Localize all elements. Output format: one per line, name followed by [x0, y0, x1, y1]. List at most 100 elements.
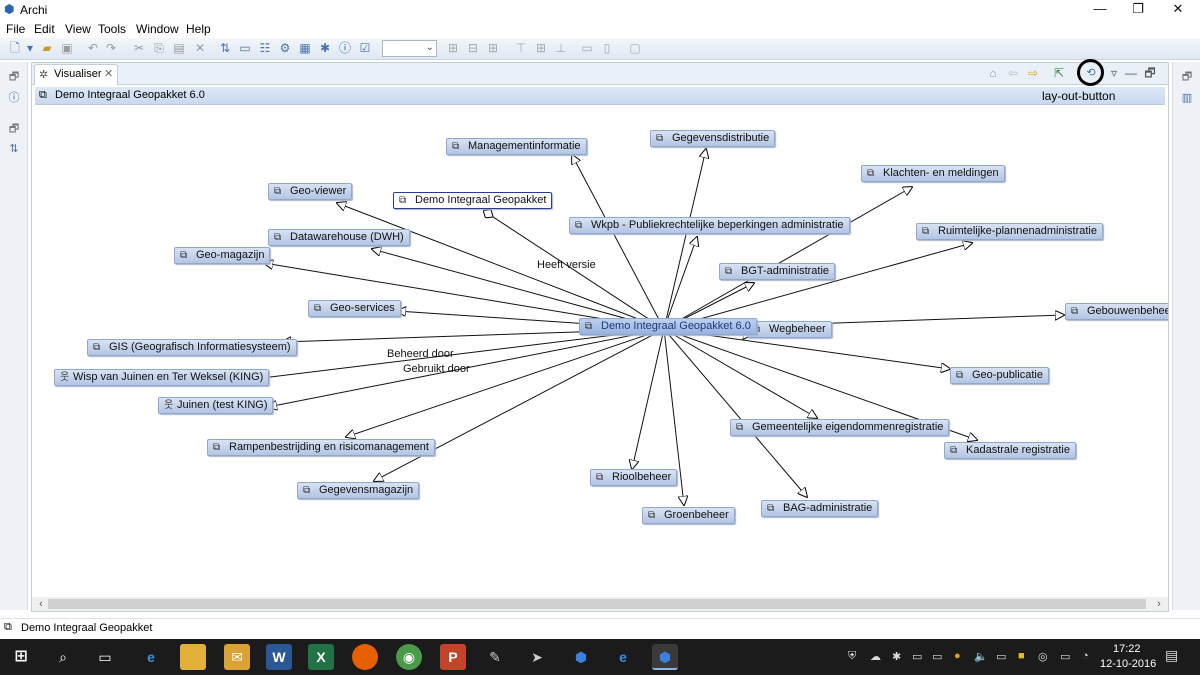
node-rioolbeheer[interactable]: ⧉ Rioolbeheer — [590, 469, 678, 486]
archi-active-icon[interactable]: ⬢ — [652, 644, 678, 670]
node-datawarehouse[interactable]: ⧉ Datawarehouse (DWH) — [268, 229, 410, 246]
palette-view-icon[interactable]: ▥ — [1180, 91, 1194, 105]
layout-icon[interactable]: ⟲ — [1083, 65, 1099, 81]
open-icon[interactable]: ▰ — [40, 41, 54, 55]
maximize-view-icon[interactable]: 🗗 — [1142, 65, 1158, 81]
menu-file[interactable]: File — [6, 22, 25, 36]
align-middle-icon[interactable]: ⊞ — [534, 41, 548, 55]
keyboard-icon[interactable]: ▭ — [1060, 650, 1070, 663]
archi-icon[interactable]: ⬢ — [568, 644, 594, 670]
wifi-icon[interactable]: ◔ — [1082, 650, 1089, 662]
node-center-geopakket[interactable]: ⧉ Demo Integraal Geopakket 6.0 — [579, 318, 757, 335]
node-ruimtelijke-plannen[interactable]: ⧉ Ruimtelijke-plannenadministratie — [916, 223, 1103, 240]
tab-visualiser[interactable]: ✲ Visualiser ✕ — [34, 64, 118, 85]
match-width-icon[interactable]: ▭ — [580, 41, 594, 55]
close-tab-icon[interactable]: ✕ — [104, 67, 113, 80]
menu-tools[interactable]: Tools — [98, 22, 126, 36]
windows-start-icon[interactable]: ⊞ — [8, 644, 34, 670]
clock-date[interactable]: 12-10-2016 — [1100, 658, 1156, 670]
tray-icon[interactable]: ● — [954, 650, 961, 662]
node-rampenbestrijding[interactable]: ⧉ Rampenbestrijding en risicomanagement — [207, 439, 435, 456]
restore-view-icon[interactable]: 🗗 — [7, 70, 21, 84]
restore-button[interactable]: ❐ — [1118, 0, 1158, 20]
node-geo-magazijn[interactable]: ⧉ Geo-magazijn — [174, 247, 271, 264]
node-klachten-meldingen[interactable]: ⧉ Klachten- en meldingen — [861, 165, 1005, 182]
node-juinen-test[interactable]: 웃 Juinen (test KING) — [158, 397, 274, 414]
outlook-icon[interactable]: ✉ — [224, 644, 250, 670]
menu-window[interactable]: Window — [136, 22, 179, 36]
model-tree-icon[interactable]: ⇅ — [218, 41, 232, 55]
node-bgt-administratie[interactable]: ⧉ BGT-administratie — [719, 263, 836, 280]
cloud-icon[interactable]: ☁ — [870, 650, 881, 663]
navigator-icon[interactable]: ⚙ — [278, 41, 292, 55]
restore-view-icon[interactable]: 🗗 — [7, 122, 21, 136]
node-gemeentelijke-eigendommen[interactable]: ⧉ Gemeentelijke eigendommenregistratie — [730, 419, 950, 436]
node-geo-services[interactable]: ⧉ Geo-services — [308, 300, 401, 317]
graph-canvas[interactable]: Heeft versie Beheerd door Gebruikt door … — [32, 107, 1168, 597]
ie-icon[interactable]: e — [610, 644, 636, 670]
horizontal-scrollbar[interactable]: ‹ › — [32, 597, 1168, 611]
firefox-icon[interactable] — [352, 644, 378, 670]
undo-icon[interactable]: ↶ — [86, 41, 100, 55]
home-icon[interactable]: ⌂ — [985, 65, 1001, 81]
redo-icon[interactable]: ↷ — [104, 41, 118, 55]
match-height-icon[interactable]: ▯ — [600, 41, 614, 55]
menu-help[interactable]: Help — [186, 22, 211, 36]
save-icon[interactable]: ▣ — [60, 41, 74, 55]
node-wisp-van-juinen[interactable]: 웃 Wisp van Juinen en Ter Weksel (KING) — [54, 369, 270, 386]
node-gis[interactable]: ⧉ GIS (Geografisch Informatiesysteem) — [87, 339, 297, 356]
search-icon[interactable]: ⌕ — [50, 644, 76, 670]
minimize-button[interactable]: — — [1080, 0, 1120, 20]
tray-icon[interactable]: ■ — [1018, 650, 1025, 662]
info-icon[interactable]: ⓘ — [338, 41, 352, 55]
tray-icon[interactable]: ▭ — [912, 650, 922, 663]
tray-icon[interactable]: ◎ — [1038, 650, 1048, 663]
back-icon[interactable]: ⇦ — [1005, 65, 1021, 81]
node-gegevensdistributie[interactable]: ⧉ Gegevensdistributie — [650, 130, 776, 147]
powerpoint-icon[interactable]: P — [440, 644, 466, 670]
restore-view-icon[interactable]: 🗗 — [1180, 70, 1194, 84]
align-right-icon[interactable]: ⊞ — [486, 41, 500, 55]
drill-icon[interactable]: ⇱ — [1051, 65, 1067, 81]
mute-icon[interactable]: 🔈 — [974, 650, 988, 663]
node-bag-administratie[interactable]: ⧉ BAG-administratie — [761, 500, 879, 517]
paste-icon[interactable]: ▤ — [172, 41, 186, 55]
align-center-icon[interactable]: ⊟ — [466, 41, 480, 55]
chrome-icon[interactable]: ◉ — [396, 644, 422, 670]
align-bottom-icon[interactable]: ⊥ — [554, 41, 568, 55]
new-icon[interactable]: 🗋 — [8, 41, 22, 55]
menu-edit[interactable]: Edit — [34, 22, 55, 36]
align-left-icon[interactable]: ⊞ — [446, 41, 460, 55]
copy-icon[interactable]: ⎘ — [152, 41, 166, 55]
node-geo-publicatie[interactable]: ⧉ Geo-publicatie — [950, 367, 1049, 384]
node-groenbeheer[interactable]: ⧉ Groenbeheer — [642, 507, 735, 524]
excel-icon[interactable]: X — [308, 644, 334, 670]
tool-icon[interactable]: ➤ — [524, 644, 550, 670]
scroll-left-icon[interactable]: ‹ — [34, 597, 48, 611]
view-menu-icon[interactable]: ▿ — [1106, 65, 1122, 81]
bluetooth-icon[interactable]: ✱ — [892, 650, 901, 663]
node-managementinformatie[interactable]: ⧉ Managementinformatie — [446, 138, 587, 155]
minimize-view-icon[interactable]: — — [1123, 65, 1139, 81]
node-gegevensmagazijn[interactable]: ⧉ Gegevensmagazijn — [297, 482, 420, 499]
outline-icon[interactable]: ☷ — [258, 41, 272, 55]
clock-time[interactable]: 17:22 — [1113, 643, 1141, 655]
align-top-icon[interactable]: ⊤ — [514, 41, 528, 55]
delete-icon[interactable]: ✕ — [193, 41, 207, 55]
palette-icon[interactable]: ▦ — [298, 41, 312, 55]
node-gebouwenbeheer[interactable]: ⧉ Gebouwenbeheer — [1065, 303, 1168, 320]
notification-icon[interactable]: ▤ — [1165, 647, 1178, 664]
new-dropdown-icon[interactable]: ▾ — [26, 41, 34, 55]
node-wegbeheer[interactable]: ⧉Wegbeheer — [747, 321, 832, 338]
outline-icon[interactable]: ⇅ — [7, 142, 21, 156]
task-view-icon[interactable]: ▭ — [92, 644, 118, 670]
info-icon[interactable]: ⓘ — [7, 91, 21, 105]
node-wkpb[interactable]: ⧉ Wkpb - Publiekrechtelijke beperkingen a… — [569, 217, 850, 234]
close-button[interactable]: ✕ — [1158, 0, 1198, 20]
validate-icon[interactable]: ☑ — [358, 41, 372, 55]
word-icon[interactable]: W — [266, 644, 292, 670]
forward-icon[interactable]: ⇨ — [1025, 65, 1041, 81]
properties-icon[interactable]: ▭ — [238, 41, 252, 55]
shield-icon[interactable]: ⛨ — [848, 650, 856, 663]
file-explorer-icon[interactable] — [180, 644, 206, 670]
